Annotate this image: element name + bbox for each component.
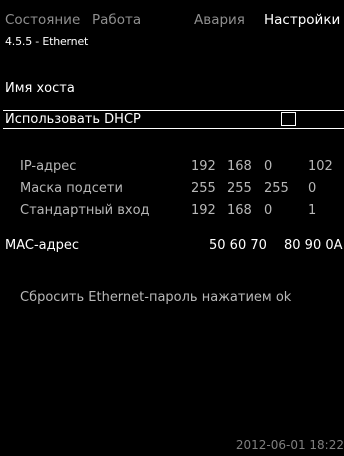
breadcrumb: 4.5.5 - Ethernet [5, 35, 89, 48]
reset-password-hint[interactable]: Сбросить Ethernet-пароль нажатием ok [20, 290, 291, 305]
mask-octet-2: 255 [227, 181, 252, 196]
gateway-octet-3: 0 [264, 203, 273, 218]
tab-status[interactable]: Состояние [5, 12, 80, 28]
ip-octet-4: 102 [308, 159, 333, 174]
ip-octet-3: 0 [264, 159, 273, 174]
mask-octet-3: 255 [264, 181, 289, 196]
dhcp-row[interactable]: Использовать DHCP [3, 110, 344, 129]
gateway-octet-4: 1 [308, 203, 317, 218]
hostname-label[interactable]: Имя хоста [5, 81, 75, 96]
dhcp-label: Использовать DHCP [5, 112, 141, 127]
mac-address-label: MAC-адрес [5, 238, 80, 253]
mask-octet-4: 0 [308, 181, 317, 196]
ip-octet-1: 192 [191, 159, 216, 174]
tab-alarm[interactable]: Авария [194, 12, 245, 28]
subnet-mask-label: Маска подсети [20, 181, 123, 196]
ip-address-label: IP-адрес [20, 159, 77, 174]
mac-address-part-2: 80 90 0A [284, 238, 343, 253]
gateway-octet-2: 168 [227, 203, 252, 218]
gateway-label: Стандартный вход [20, 203, 150, 218]
ip-octet-2: 168 [227, 159, 252, 174]
mask-octet-1: 255 [191, 181, 216, 196]
mac-address-part-1: 50 60 70 [209, 238, 267, 253]
tab-operation[interactable]: Работа [92, 12, 141, 28]
tab-settings[interactable]: Настройки [264, 12, 340, 28]
gateway-octet-1: 192 [191, 203, 216, 218]
timestamp: 2012-06-01 18:22 [235, 438, 344, 452]
dhcp-checkbox[interactable] [281, 112, 296, 126]
